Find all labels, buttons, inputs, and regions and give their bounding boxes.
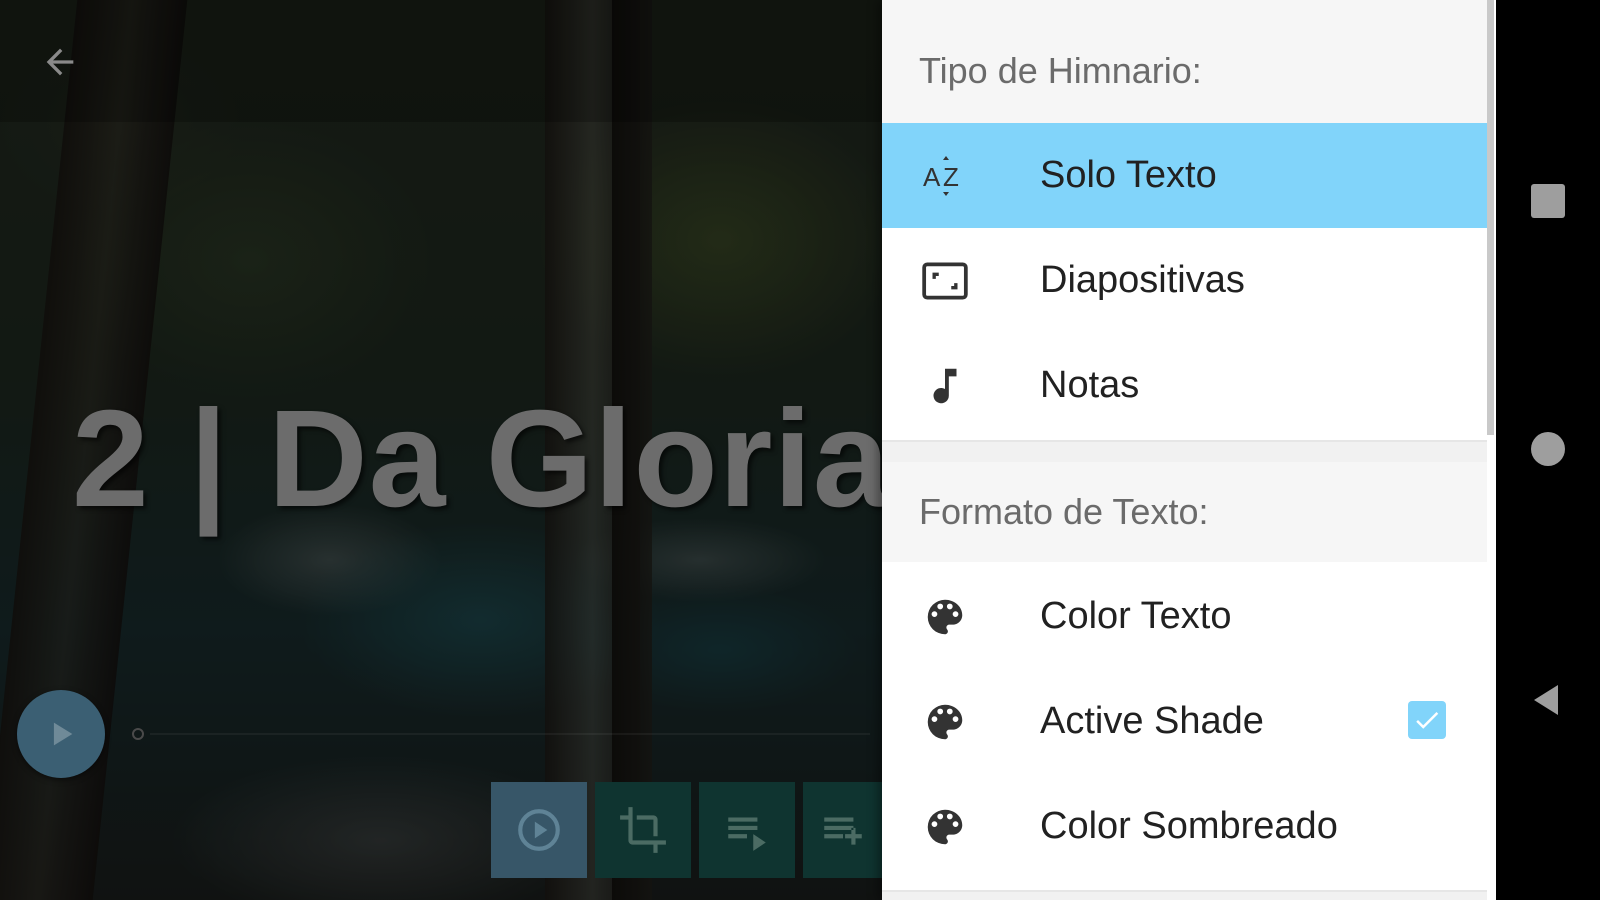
- menu-item-color-sombreado[interactable]: Color Sombreado: [882, 774, 1487, 879]
- playlist-button[interactable]: [699, 782, 795, 878]
- play-circle-icon: [518, 809, 560, 851]
- music-note-icon: [920, 361, 970, 411]
- menu-item-solo-texto[interactable]: A Z Solo Texto: [882, 123, 1487, 228]
- autoplay-button[interactable]: [491, 782, 587, 878]
- play-button[interactable]: [17, 690, 105, 778]
- seek-bar[interactable]: [150, 733, 870, 735]
- section-divider: [882, 440, 1487, 462]
- menu-item-active-shade[interactable]: Active Shade: [882, 669, 1487, 774]
- svg-text:Z: Z: [943, 162, 959, 192]
- app-bar: [0, 0, 882, 122]
- slideshow-icon: [920, 256, 970, 306]
- section-divider: [882, 890, 1487, 900]
- palette-icon: [920, 697, 970, 747]
- menu-item-label: Active Shade: [1040, 700, 1264, 742]
- home-icon[interactable]: [1531, 432, 1565, 466]
- sort-az-icon: A Z: [920, 151, 970, 201]
- section-header-text-format: Formato de Texto:: [882, 462, 1487, 562]
- menu-item-label: Solo Texto: [1040, 154, 1217, 196]
- menu-item-label: Notas: [1040, 364, 1140, 406]
- recents-icon[interactable]: [1531, 184, 1565, 218]
- drawer-scrollbar[interactable]: [1487, 0, 1494, 435]
- crop-icon: [620, 807, 666, 853]
- section-header-hymnal-type: Tipo de Himnario:: [882, 0, 1487, 123]
- menu-item-color-texto[interactable]: Color Texto: [882, 564, 1487, 669]
- svg-text:A: A: [923, 162, 941, 192]
- playlist-add-button[interactable]: [803, 782, 882, 878]
- seek-thumb[interactable]: [132, 728, 144, 740]
- crop-button[interactable]: [595, 782, 691, 878]
- playlist-play-icon: [728, 817, 766, 851]
- options-drawer: Tipo de Himnario: A Z Solo Texto Diaposi…: [882, 0, 1496, 900]
- palette-icon: [920, 802, 970, 852]
- song-title: 2 | Da Gloria: [72, 382, 882, 536]
- menu-item-diapositivas[interactable]: Diapositivas: [882, 228, 1487, 333]
- palette-icon: [920, 592, 970, 642]
- active-shade-checkbox[interactable]: [1408, 701, 1446, 739]
- menu-item-label: Diapositivas: [1040, 259, 1245, 301]
- menu-item-label: Color Texto: [1040, 595, 1232, 637]
- check-icon: [1416, 712, 1439, 729]
- menu-item-label: Color Sombreado: [1040, 805, 1338, 847]
- hymn-player-background: 2 | Da Gloria: [0, 0, 882, 900]
- playlist-add-icon: [823, 817, 862, 845]
- nav-back-icon[interactable]: [1528, 680, 1564, 720]
- play-icon: [53, 722, 73, 746]
- back-arrow-icon[interactable]: [40, 42, 80, 82]
- menu-item-notas[interactable]: Notas: [882, 333, 1487, 438]
